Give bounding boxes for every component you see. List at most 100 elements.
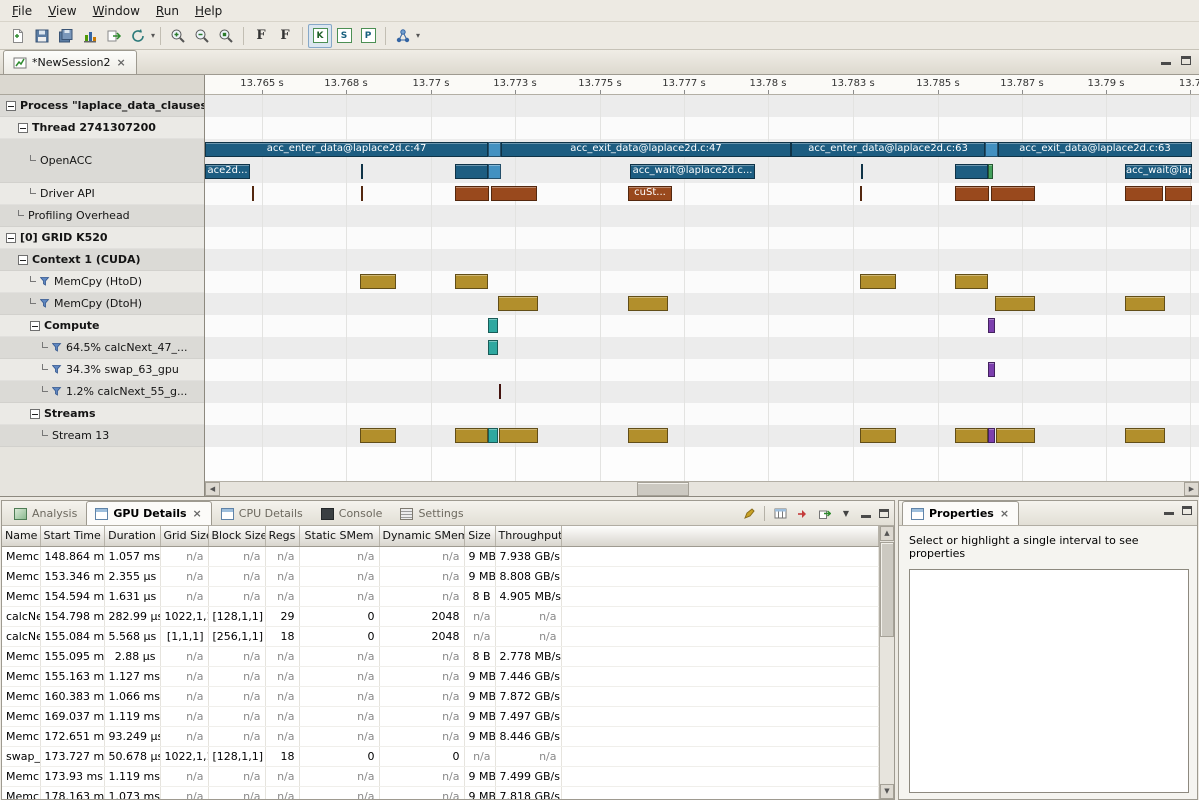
- scroll-down-arrow-icon[interactable]: ▼: [880, 784, 894, 799]
- table-row[interactable]: Memcpy155.095 ms2.88 µsn/an/an/an/an/a8 …: [2, 646, 879, 666]
- timeline-interval[interactable]: [860, 428, 896, 443]
- timeline-tree-row[interactable]: Streams: [0, 403, 204, 425]
- column-header-name[interactable]: Name: [2, 526, 40, 546]
- new-session-button[interactable]: [6, 24, 30, 48]
- collapse-icon[interactable]: [6, 233, 16, 243]
- table-vscrollbar[interactable]: ▲ ▼: [879, 526, 894, 799]
- maximize-icon[interactable]: [1181, 56, 1191, 65]
- timeline-interval[interactable]: [488, 142, 501, 157]
- menu-item-window[interactable]: Window: [85, 2, 148, 20]
- goto-timeline-icon[interactable]: [795, 507, 809, 521]
- timeline-interval[interactable]: [955, 186, 989, 201]
- timeline-tree-row[interactable]: Thread 2741307200: [0, 117, 204, 139]
- kernel-toggle-button[interactable]: K: [308, 24, 332, 48]
- timeline-interval[interactable]: [360, 428, 396, 443]
- column-header-block-size[interactable]: Block Size: [208, 526, 265, 546]
- close-icon[interactable]: ×: [999, 507, 1010, 520]
- timeline-tree-row[interactable]: OpenACC: [0, 139, 204, 183]
- table-row[interactable]: Memcpy148.864 ms1.057 msn/an/an/an/an/a9…: [2, 546, 879, 566]
- table-row[interactable]: Memcpy172.651 ms93.249 µsn/an/an/an/an/a…: [2, 726, 879, 746]
- timeline-interval[interactable]: [955, 274, 988, 289]
- timeline-tree-row[interactable]: MemCpy (DtoH): [0, 293, 204, 315]
- table-row[interactable]: Memcpy155.163 ms1.127 msn/an/an/an/an/a9…: [2, 666, 879, 686]
- timeline-interval[interactable]: [488, 428, 498, 443]
- column-header-size[interactable]: Size: [464, 526, 495, 546]
- minimize-icon[interactable]: [861, 509, 871, 518]
- timeline-interval[interactable]: [860, 186, 862, 201]
- close-icon[interactable]: ×: [192, 507, 203, 520]
- table-row[interactable]: Memcpy160.383 ms1.066 msn/an/an/an/an/a9…: [2, 686, 879, 706]
- tab-console[interactable]: Console: [312, 501, 392, 525]
- tab-cpu-details[interactable]: CPU Details: [212, 501, 312, 525]
- timeline-interval[interactable]: cuSt...: [628, 186, 672, 201]
- timeline-tree-row[interactable]: Stream 13: [0, 425, 204, 447]
- timeline-tree-row[interactable]: 1.2% calcNext_55_g...: [0, 381, 204, 403]
- table-row[interactable]: swap_63173.727 ms50.678 µs1022,1,1][128,…: [2, 746, 879, 766]
- menu-item-file[interactable]: File: [4, 2, 40, 20]
- timeline-tree-row[interactable]: Profiling Overhead: [0, 205, 204, 227]
- table-row[interactable]: calcNext154.798 ms282.99 µs1022,1,1][128…: [2, 606, 879, 626]
- timeline-interval[interactable]: [988, 318, 995, 333]
- timeline-interval[interactable]: [1125, 296, 1165, 311]
- timeline-tree-row[interactable]: Process "laplace_data_clauses 10...: [0, 95, 204, 117]
- timeline-interval[interactable]: [488, 340, 498, 355]
- minimize-icon[interactable]: [1161, 56, 1171, 65]
- timeline-interval[interactable]: [455, 428, 488, 443]
- timeline-interval[interactable]: [252, 186, 254, 201]
- tab-properties[interactable]: Properties ×: [902, 501, 1019, 525]
- process-toggle-button[interactable]: P: [356, 24, 380, 48]
- table-row[interactable]: Memcpy169.037 ms1.119 msn/an/an/an/an/a9…: [2, 706, 879, 726]
- column-header-throughput[interactable]: Throughput: [495, 526, 561, 546]
- timeline-tree-row[interactable]: Compute: [0, 315, 204, 337]
- collapse-icon[interactable]: [30, 409, 40, 419]
- table-row[interactable]: calcNext155.084 ms5.568 µs[1,1,1][256,1,…: [2, 626, 879, 646]
- scroll-right-arrow-icon[interactable]: ▶: [1184, 482, 1199, 496]
- timeline-interval[interactable]: [499, 384, 501, 399]
- timeline-interval[interactable]: acc_enter_data@laplace2d.c:47: [205, 142, 488, 157]
- export-table-icon[interactable]: [817, 507, 831, 521]
- timeline-interval[interactable]: [628, 296, 668, 311]
- timeline-interval[interactable]: [628, 428, 668, 443]
- timeline-interval[interactable]: [498, 296, 538, 311]
- maximize-icon[interactable]: [1182, 506, 1192, 515]
- stream-toggle-button[interactable]: S: [332, 24, 356, 48]
- save-all-button[interactable]: [54, 24, 78, 48]
- close-icon[interactable]: ×: [115, 56, 126, 69]
- timeline-interval[interactable]: acc_exit_data@laplace2d.c:63: [998, 142, 1192, 157]
- timeline-interval[interactable]: [988, 164, 993, 179]
- timeline-interval[interactable]: ace2d...: [205, 164, 250, 179]
- column-header-grid-size[interactable]: Grid Size: [160, 526, 208, 546]
- zoom-fit-button[interactable]: [214, 24, 238, 48]
- timeline-interval[interactable]: acc_wait@laplace2d.c...: [630, 164, 755, 179]
- timeline-tree-row[interactable]: Context 1 (CUDA): [0, 249, 204, 271]
- menu-item-view[interactable]: View: [40, 2, 84, 20]
- timeline-tree-row[interactable]: MemCpy (HtoD): [0, 271, 204, 293]
- timeline-hscrollbar[interactable]: ◀ ▶: [205, 481, 1199, 496]
- zoom-in-button[interactable]: [166, 24, 190, 48]
- timeline-interval[interactable]: [860, 274, 896, 289]
- timeline-interval[interactable]: [499, 428, 538, 443]
- table-row[interactable]: Memcpy153.346 ms2.355 µsn/an/an/an/an/a9…: [2, 566, 879, 586]
- scroll-left-arrow-icon[interactable]: ◀: [205, 482, 220, 496]
- timeline-interval[interactable]: [361, 186, 363, 201]
- pin-icon[interactable]: [742, 507, 756, 521]
- marker-back-button[interactable]: F: [273, 24, 297, 48]
- collapse-icon[interactable]: [18, 123, 28, 133]
- table-row[interactable]: Memcpy154.594 ms1.631 µsn/an/an/an/an/a8…: [2, 586, 879, 606]
- table-row[interactable]: Memcpy173.93 ms1.119 msn/an/an/an/an/a9 …: [2, 766, 879, 786]
- tab-settings[interactable]: Settings: [391, 501, 472, 525]
- timeline-interval[interactable]: acc_enter_data@laplace2d.c:63: [791, 142, 985, 157]
- timeline-interval[interactable]: [455, 274, 488, 289]
- maximize-icon[interactable]: [879, 509, 889, 518]
- timeline-tree-row[interactable]: 34.3% swap_63_gpu: [0, 359, 204, 381]
- column-header-start-time[interactable]: Start Time: [40, 526, 104, 546]
- table-row[interactable]: Memcpy178.163 ms1.073 msn/an/an/an/an/a9…: [2, 786, 879, 799]
- timeline-interval[interactable]: [1125, 428, 1165, 443]
- column-header-regs[interactable]: Regs: [265, 526, 299, 546]
- timeline-tree-row[interactable]: Driver API: [0, 183, 204, 205]
- timeline-interval[interactable]: acc_exit_data@laplace2d.c:47: [501, 142, 791, 157]
- timeline-interval[interactable]: [988, 428, 995, 443]
- timeline-interval[interactable]: [955, 428, 988, 443]
- dropdown-arrow-icon[interactable]: ▾: [416, 31, 420, 40]
- timeline-interval[interactable]: [1165, 186, 1192, 201]
